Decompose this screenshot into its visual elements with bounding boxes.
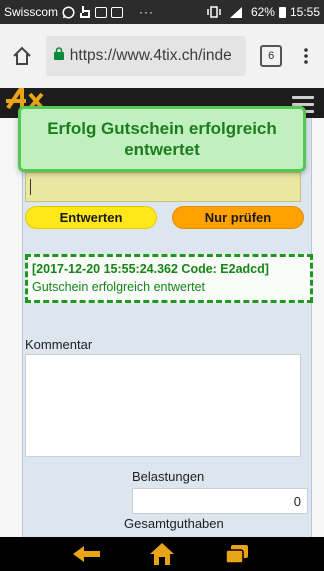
signal-icon [229, 6, 243, 18]
home-icon [13, 46, 31, 65]
battery-percent: 62% [250, 5, 275, 19]
result-message: Gutschein erfolgreich entwertet [32, 280, 206, 294]
recent-apps-button[interactable] [222, 541, 252, 567]
home-icon [149, 543, 174, 565]
vibrate-icon [207, 6, 221, 18]
lock-icon [53, 47, 64, 65]
voucher-code-input[interactable] [25, 172, 301, 202]
back-arrow-icon [73, 546, 101, 562]
comment-label: Kommentar [25, 337, 93, 352]
charges-label: Belastungen [132, 469, 205, 484]
hand-pointer-icon [79, 5, 91, 19]
url-text: https://www.4tix.ch/inde [69, 47, 232, 64]
redeem-button[interactable]: Entwerten [25, 206, 157, 229]
clock: 15:55 [289, 5, 320, 19]
url-bar[interactable]: https://www.4tix.ch/inde [45, 36, 247, 76]
charges-field[interactable]: 0 [132, 488, 308, 514]
more-notifications-icon: ··· [139, 5, 155, 19]
browser-toolbar: https://www.4tix.ch/inde 6 [0, 24, 324, 88]
result-title: [2017-12-20 15:55:24.362 Code: E2adcd] [32, 262, 269, 276]
check-only-button[interactable]: Nur prüfen [172, 206, 304, 229]
carrier-name: Swisscom [4, 5, 59, 19]
comment-textarea[interactable] [25, 354, 301, 457]
success-toast[interactable]: Erfolg Gutschein erfolgreich entwertet [18, 106, 306, 172]
browser-menu-button[interactable] [296, 42, 316, 70]
kebab-menu-icon [304, 48, 308, 64]
total-balance-label: Gesamtguthaben [124, 516, 224, 531]
home-button[interactable] [8, 42, 36, 70]
notification-box-icon [95, 6, 108, 18]
status-bar: Swisscom ··· 62% 15:55 [0, 0, 324, 24]
battery-icon [278, 6, 286, 18]
back-button[interactable] [72, 541, 102, 567]
bottom-navigation-bar [0, 537, 324, 571]
notification-box-icon [111, 6, 124, 18]
whatsapp-icon [62, 5, 75, 19]
home-nav-button[interactable] [147, 541, 177, 567]
recent-apps-icon [224, 545, 248, 564]
tab-switcher-button[interactable]: 6 [260, 45, 283, 67]
result-message-box: [2017-12-20 15:55:24.362 Code: E2adcd] G… [25, 254, 313, 303]
